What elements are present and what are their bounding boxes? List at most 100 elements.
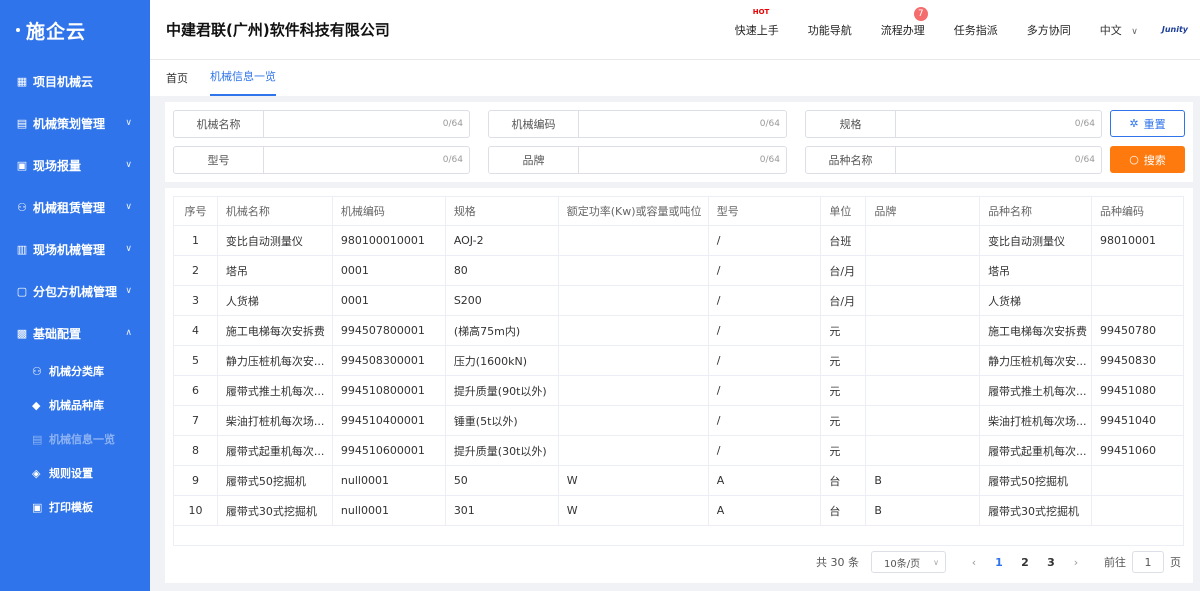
tab-home[interactable]: 首页: [166, 70, 188, 96]
nav-collaboration-label: 多方协同: [1026, 23, 1071, 37]
goto-page-value: 1: [1144, 555, 1152, 569]
table-cell: [865, 315, 981, 346]
search-icon: ○: [1129, 153, 1139, 166]
table-row[interactable]: 1 变比自动测量仪 980100010001 AOJ-2/台班 变比自动测量仪 98010…: [173, 225, 1184, 256]
nav-task-assign[interactable]: 任务指派: [954, 22, 998, 38]
table-cell: S200: [444, 285, 559, 316]
table-cell: 履带式起重机每次...: [979, 435, 1093, 466]
table-cell: 塔吊: [979, 255, 1093, 286]
sidebar-item-label: 基础配置: [33, 326, 82, 341]
table-row[interactable]: 5 静力压桩机每次安... 994508300001 压力(1600kN) / 元静力压桩…: [173, 345, 1184, 376]
nav-process[interactable]: 7 流程办理: [880, 6, 928, 38]
table-cell: A: [707, 465, 822, 496]
config-icon: ▩: [16, 326, 28, 340]
top-header: 中建君联(广州)软件科技有限公司 HOT 快速上手 功能导航 7 流程办理 任务…: [150, 0, 1200, 60]
page-3[interactable]: 3: [1038, 556, 1064, 569]
table-cell: [865, 435, 981, 466]
table-cell: 元: [820, 315, 867, 346]
table-cell: 99450780: [1091, 315, 1184, 346]
sidebar-subitem-1[interactable]: ◆ 机械品种库: [0, 388, 150, 422]
nav-collaboration[interactable]: 多方协同: [1027, 22, 1071, 38]
table-row[interactable]: 9 履带式50挖掘机 null0001 50 W A 台 B 履带式50挖掘机: [173, 465, 1184, 496]
chevron-icon: ∨: [125, 118, 132, 128]
field-label: 型号: [174, 147, 264, 173]
nav-process-label: 流程办理: [880, 23, 925, 37]
sidebar-item-1[interactable]: ▤ 机械策划管理 ∨: [0, 102, 150, 144]
nav-function-guide[interactable]: 功能导航: [808, 22, 852, 38]
goto-page-input[interactable]: 1: [1132, 551, 1164, 573]
table-cell: [557, 345, 709, 376]
table-cell: 压力(1600kN): [444, 345, 559, 376]
sidebar-item-5[interactable]: ▢ 分包方机械管理 ∨: [0, 270, 150, 312]
table-cell: 台/月: [820, 285, 867, 316]
table-cell: /: [707, 315, 822, 346]
sidebar-item-6[interactable]: ▩ 基础配置 ∧: [0, 312, 150, 354]
table-cell: 履带式50挖掘机: [216, 465, 333, 496]
sidebar-item-0[interactable]: ▦ 项目机械云: [0, 60, 150, 102]
table-row[interactable]: 8 履带式起重机每次... 994510600001 提升质量(30t以外) / 元履带式…: [173, 435, 1184, 466]
brand-field[interactable]: 品牌 0/64: [488, 146, 787, 174]
subcontract-icon: ▢: [16, 284, 28, 298]
machine-code-field[interactable]: 机械编码 0/64: [488, 110, 787, 138]
sidebar-item-3[interactable]: ⚇ 机械租赁管理 ∨: [0, 186, 150, 228]
nav-quick-start-label: 快速上手: [734, 23, 779, 37]
next-page-icon[interactable]: ›: [1064, 556, 1088, 569]
sidebar-subitem-0[interactable]: ⚇ 机械分类库: [0, 354, 150, 388]
table-cell: 变比自动测量仪: [979, 225, 1093, 256]
variety-name-field[interactable]: 品种名称 0/64: [805, 146, 1102, 174]
table-cell: 塔吊: [216, 255, 333, 286]
nav-quick-start[interactable]: HOT 快速上手: [734, 8, 779, 38]
table-cell: 静力压桩机每次安...: [979, 345, 1093, 376]
table-cell: /: [707, 405, 822, 436]
chevron-icon: ∨: [125, 202, 132, 212]
prev-page-icon[interactable]: ‹: [962, 556, 986, 569]
sidebar-item-4[interactable]: ▥ 现场机械管理 ∨: [0, 228, 150, 270]
table-cell: 99451080: [1091, 375, 1184, 406]
page-size-value: 10条/页: [884, 558, 921, 570]
table-row[interactable]: 10 履带式30式挖掘机 null0001 301 W A 台 B 履带式30式挖掘机: [173, 495, 1184, 526]
table-cell: 锤重(5t以外): [444, 405, 559, 436]
column-header: 品种编码: [1091, 196, 1184, 226]
page-2[interactable]: 2: [1012, 556, 1038, 569]
machine-name-field[interactable]: 机械名称 0/64: [173, 110, 470, 138]
table-row[interactable]: 3 人货梯 0001 S200/台/月 人货梯: [173, 285, 1184, 316]
chevron-icon: ∨: [125, 160, 132, 170]
table-cell: [557, 405, 709, 436]
table-cell: /: [707, 225, 822, 256]
sidebar-subitem-2[interactable]: ▤ 机械信息一览: [0, 422, 150, 456]
logo[interactable]: 施企云: [0, 0, 150, 60]
page-1[interactable]: 1: [986, 556, 1012, 569]
hot-badge: HOT: [752, 7, 770, 16]
spec-field[interactable]: 规格 0/64: [805, 110, 1102, 138]
sidebar-item-2[interactable]: ▣ 现场报量 ∨: [0, 144, 150, 186]
search-label: 搜索: [1143, 153, 1166, 167]
table-row[interactable]: 2 塔吊 0001 80/台/月 塔吊: [173, 255, 1184, 286]
sidebar-subitem-label: 机械品种库: [49, 399, 104, 412]
table-cell: AOJ-2: [444, 225, 559, 256]
sidebar-subitem-3[interactable]: ◈ 规则设置: [0, 456, 150, 490]
language-select[interactable]: 中文 ∨: [1100, 22, 1138, 38]
chevron-down-icon: ∨: [1131, 26, 1138, 37]
page-size-select[interactable]: 10条/页 ∨: [871, 551, 946, 573]
sidebar-item-label: 机械策划管理: [33, 116, 106, 131]
field-count: 0/64: [759, 119, 780, 129]
field-label: 品种名称: [806, 147, 896, 173]
table-cell: null0001: [331, 465, 446, 496]
machine-table-panel: 序号 机械名称 机械编码 规格 额定功率(Kw)或容量或吨位 型号 单位 品牌 品种名称 品种编码…: [165, 188, 1193, 583]
table-row[interactable]: 4 施工电梯每次安拆费 994507800001 (梯高75m内) / 元施工电梯每次安拆…: [173, 315, 1184, 346]
table-row[interactable]: 6 履带式推土机每次... 994510800001 提升质量(90t以外) / 元履带式…: [173, 375, 1184, 406]
field-count: 0/64: [442, 155, 463, 165]
sidebar-item-label: 现场报量: [33, 158, 82, 173]
tab-machine-info[interactable]: 机械信息一览: [210, 68, 276, 96]
table-row[interactable]: 7 柴油打桩机每次场... 994510400001 锤重(5t以外) / 元柴油打桩机每…: [173, 405, 1184, 436]
total-count: 共 30 条: [816, 556, 859, 569]
sidebar-item-label: 现场机械管理: [33, 242, 106, 257]
model-field[interactable]: 型号 0/64: [173, 146, 470, 174]
table-cell: 柴油打桩机每次场...: [216, 405, 333, 436]
sidebar-subitem-label: 规则设置: [49, 467, 93, 480]
table-cell: B: [865, 465, 981, 496]
search-button[interactable]: ○ 搜索: [1110, 146, 1185, 173]
reset-button[interactable]: ✲ 重置: [1110, 110, 1185, 137]
table-cell: 1: [173, 225, 218, 256]
sidebar-subitem-4[interactable]: ▣ 打印模板: [0, 490, 150, 524]
